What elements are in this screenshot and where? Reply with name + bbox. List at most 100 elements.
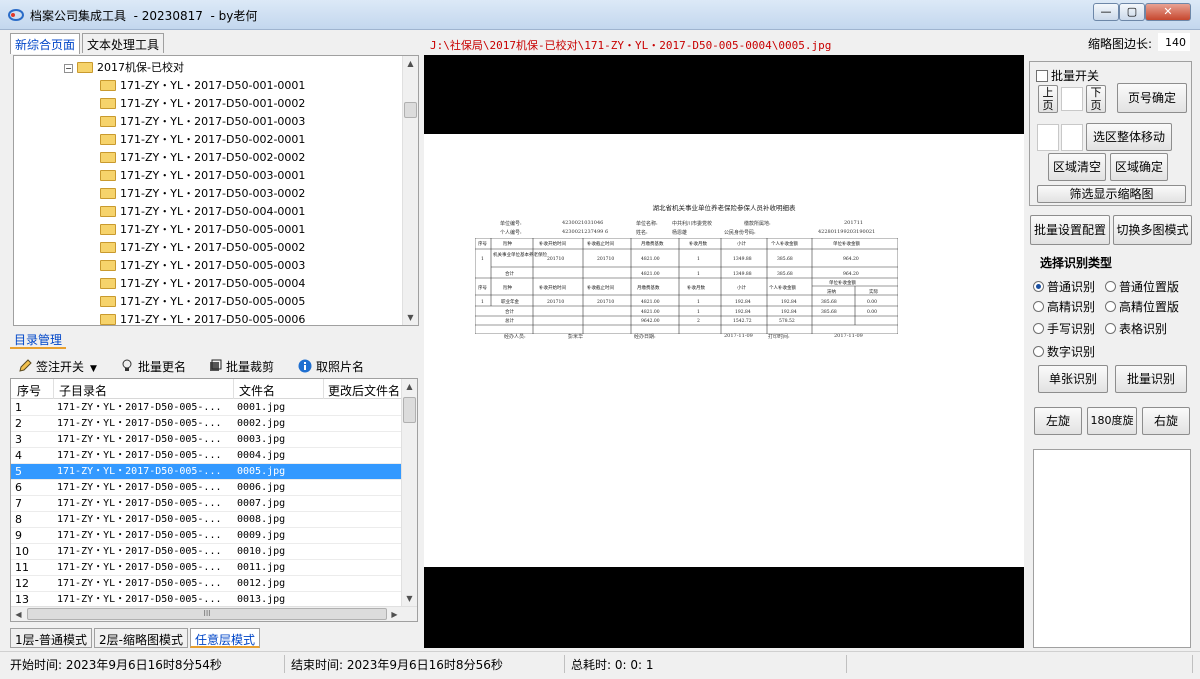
scroll-up-icon[interactable]: ▲ xyxy=(403,56,418,71)
radio-icon[interactable] xyxy=(1105,281,1116,292)
scrollbar-thumb[interactable] xyxy=(403,397,416,423)
table-row[interactable]: 9 171-ZY・YL・2017-D50-005-... 0009.jpg xyxy=(11,528,401,544)
tree-item[interactable]: 171-ZY・YL・2017-D50-005-0005 xyxy=(100,293,305,311)
tab-directory-management[interactable]: 目录管理 xyxy=(10,331,67,349)
confirm-region-button[interactable]: 区域确定 xyxy=(1110,153,1168,181)
clear-region-button[interactable]: 区域清空 xyxy=(1048,153,1106,181)
tab-any-layer[interactable]: 任意层模式 xyxy=(190,628,261,648)
tree-item[interactable]: 171-ZY・YL・2017-D50-001-0001 xyxy=(100,77,305,95)
tree-item-label: 171-ZY・YL・2017-D50-005-0004 xyxy=(120,277,306,290)
grid-vertical-scrollbar[interactable]: ▲ ▼ xyxy=(401,379,417,606)
batch-switch-checkbox[interactable]: 批量开关 xyxy=(1036,67,1099,84)
radio-icon[interactable] xyxy=(1105,301,1116,312)
move-region-button[interactable]: 选区整体移动 xyxy=(1086,123,1172,151)
grid-horizontal-scrollbar[interactable]: ◀ III ▶ xyxy=(11,606,417,621)
table-row[interactable]: 8 171-ZY・YL・2017-D50-005-... 0008.jpg xyxy=(11,512,401,528)
header-no[interactable]: 序号 xyxy=(17,382,41,399)
radio-icon[interactable] xyxy=(1033,281,1044,292)
tree-item[interactable]: 171-ZY・YL・2017-D50-002-0001 xyxy=(100,131,305,149)
region-x-input[interactable] xyxy=(1037,124,1059,151)
filter-thumbnails-button[interactable]: 筛选显示缩略图 xyxy=(1037,185,1186,203)
radio-icon[interactable] xyxy=(1033,346,1044,357)
table-row[interactable]: 11 171-ZY・YL・2017-D50-005-... 0011.jpg xyxy=(11,560,401,576)
tab-text-tools[interactable]: 文本处理工具 xyxy=(82,33,165,53)
scroll-up-icon[interactable]: ▲ xyxy=(402,379,417,394)
directory-tree[interactable]: − 2017机保-已校对 171-ZY・YL・2017-D50-001-0001 1… xyxy=(13,55,419,326)
table-row[interactable]: 6 171-ZY・YL・2017-D50-005-... 0006.jpg xyxy=(11,480,401,496)
dropdown-arrow-icon[interactable]: ▼ xyxy=(90,364,97,374)
checkbox-icon[interactable] xyxy=(1036,70,1048,82)
scroll-left-icon[interactable]: ◀ xyxy=(11,607,26,621)
header-filename[interactable]: 文件名 xyxy=(239,382,275,399)
scroll-right-icon[interactable]: ▶ xyxy=(387,607,402,621)
region-y-input[interactable] xyxy=(1061,124,1083,151)
scrollbar-thumb[interactable] xyxy=(404,102,417,118)
tree-item[interactable]: 171-ZY・YL・2017-D50-004-0001 xyxy=(100,203,305,221)
table-row[interactable]: 2 171-ZY・YL・2017-D50-005-... 0002.jpg xyxy=(11,416,401,432)
table-row[interactable]: 12 171-ZY・YL・2017-D50-005-... 0012.jpg xyxy=(11,576,401,592)
annotate-toggle-button[interactable]: 签注开关 ▼ xyxy=(18,358,97,375)
ocr-type-radio[interactable]: 手写识别 xyxy=(1033,320,1095,337)
tree-item[interactable]: 171-ZY・YL・2017-D50-002-0002 xyxy=(100,149,305,167)
rotate-left-button[interactable]: 左旋 xyxy=(1034,407,1082,435)
tree-vertical-scrollbar[interactable]: ▲ ▼ xyxy=(402,56,418,325)
batch-control-group: 批量开关 上 页 下 页 页号确定 选区整体移动 区域清空 区域确定 筛选显示缩… xyxy=(1029,61,1192,206)
tree-item[interactable]: 171-ZY・YL・2017-D50-001-0002 xyxy=(100,95,305,113)
maximize-button[interactable]: ▢ xyxy=(1119,3,1145,21)
tree-item[interactable]: 171-ZY・YL・2017-D50-003-0002 xyxy=(100,185,305,203)
tab-layer1-normal[interactable]: 1层-普通模式 xyxy=(10,628,92,648)
collapse-icon[interactable]: − xyxy=(64,63,73,73)
ocr-type-radio[interactable]: 高精位置版 xyxy=(1105,298,1179,315)
single-ocr-button[interactable]: 单张识别 xyxy=(1038,365,1108,393)
tree-item[interactable]: 171-ZY・YL・2017-D50-005-0003 xyxy=(100,257,305,275)
tab-layer2-thumbnail[interactable]: 2层-缩略图模式 xyxy=(94,628,188,648)
header-subdir[interactable]: 子目录名 xyxy=(59,382,107,399)
batch-rename-button[interactable]: 批量更名 xyxy=(120,358,186,375)
table-row[interactable]: 10 171-ZY・YL・2017-D50-005-... 0010.jpg xyxy=(11,544,401,560)
radio-icon[interactable] xyxy=(1105,323,1116,334)
row-number: 1 xyxy=(15,401,22,414)
table-row[interactable]: 7 171-ZY・YL・2017-D50-005-... 0007.jpg xyxy=(11,496,401,512)
get-photo-name-button[interactable]: 取照片名 xyxy=(298,358,364,375)
ocr-type-radio[interactable]: 普通识别 xyxy=(1033,278,1095,295)
tree-item[interactable]: 171-ZY・YL・2017-D50-003-0001 xyxy=(100,167,305,185)
rotate-right-button[interactable]: 右旋 xyxy=(1142,407,1190,435)
table-row[interactable]: 4 171-ZY・YL・2017-D50-005-... 0004.jpg xyxy=(11,448,401,464)
switch-multi-image-button[interactable]: 切换多图模式 xyxy=(1113,215,1192,245)
ocr-result-area[interactable] xyxy=(1033,449,1191,648)
scrollbar-thumb-horizontal[interactable]: III xyxy=(27,608,387,620)
tree-item[interactable]: 171-ZY・YL・2017-D50-005-0006 xyxy=(100,311,305,325)
batch-config-button[interactable]: 批量设置配置 xyxy=(1030,215,1110,245)
prev-page-button[interactable]: 上 页 xyxy=(1038,85,1058,113)
ocr-type-radio[interactable]: 普通位置版 xyxy=(1105,278,1179,295)
table-row[interactable]: 3 171-ZY・YL・2017-D50-005-... 0003.jpg xyxy=(11,432,401,448)
tree-item[interactable]: 171-ZY・YL・2017-D50-005-0002 xyxy=(100,239,305,257)
folder-icon xyxy=(100,97,116,109)
ocr-type-radio[interactable]: 表格识别 xyxy=(1105,320,1167,337)
scroll-down-icon[interactable]: ▼ xyxy=(402,591,417,606)
batch-crop-button[interactable]: 批量裁剪 xyxy=(208,358,274,375)
page-number-input[interactable] xyxy=(1061,87,1083,111)
table-row[interactable]: 1 171-ZY・YL・2017-D50-005-... 0001.jpg xyxy=(11,400,401,416)
tree-item[interactable]: 171-ZY・YL・2017-D50-005-0001 xyxy=(100,221,305,239)
batch-ocr-button[interactable]: 批量识别 xyxy=(1115,365,1187,393)
minimize-button[interactable]: — xyxy=(1093,3,1119,21)
thumbnail-edge-input[interactable]: 140 xyxy=(1158,33,1190,51)
tab-new-page[interactable]: 新综合页面 xyxy=(10,33,81,54)
file-list-grid[interactable]: 序号 子目录名 文件名 更改后文件名 1 171-ZY・YL・2017-D50-0… xyxy=(10,378,418,622)
tree-root-node[interactable]: − 2017机保-已校对 xyxy=(64,59,184,77)
scroll-down-icon[interactable]: ▼ xyxy=(403,310,418,325)
header-new-filename[interactable]: 更改后文件名 xyxy=(328,382,400,399)
radio-icon[interactable] xyxy=(1033,301,1044,312)
rotate-180-button[interactable]: 180度旋 xyxy=(1087,407,1137,435)
table-row[interactable]: 5 171-ZY・YL・2017-D50-005-... 0005.jpg xyxy=(11,464,401,480)
tree-item[interactable]: 171-ZY・YL・2017-D50-005-0004 xyxy=(100,275,305,293)
close-button[interactable]: ✕ xyxy=(1145,3,1191,21)
ocr-type-radio[interactable]: 高精识别 xyxy=(1033,298,1095,315)
radio-icon[interactable] xyxy=(1033,323,1044,334)
page-confirm-button[interactable]: 页号确定 xyxy=(1117,83,1187,113)
tree-item[interactable]: 171-ZY・YL・2017-D50-001-0003 xyxy=(100,113,305,131)
ocr-type-radio[interactable]: 数字识别 xyxy=(1033,343,1095,360)
next-page-button[interactable]: 下 页 xyxy=(1086,85,1106,113)
svg-text:单位补收金额: 单位补收金额 xyxy=(833,240,860,247)
